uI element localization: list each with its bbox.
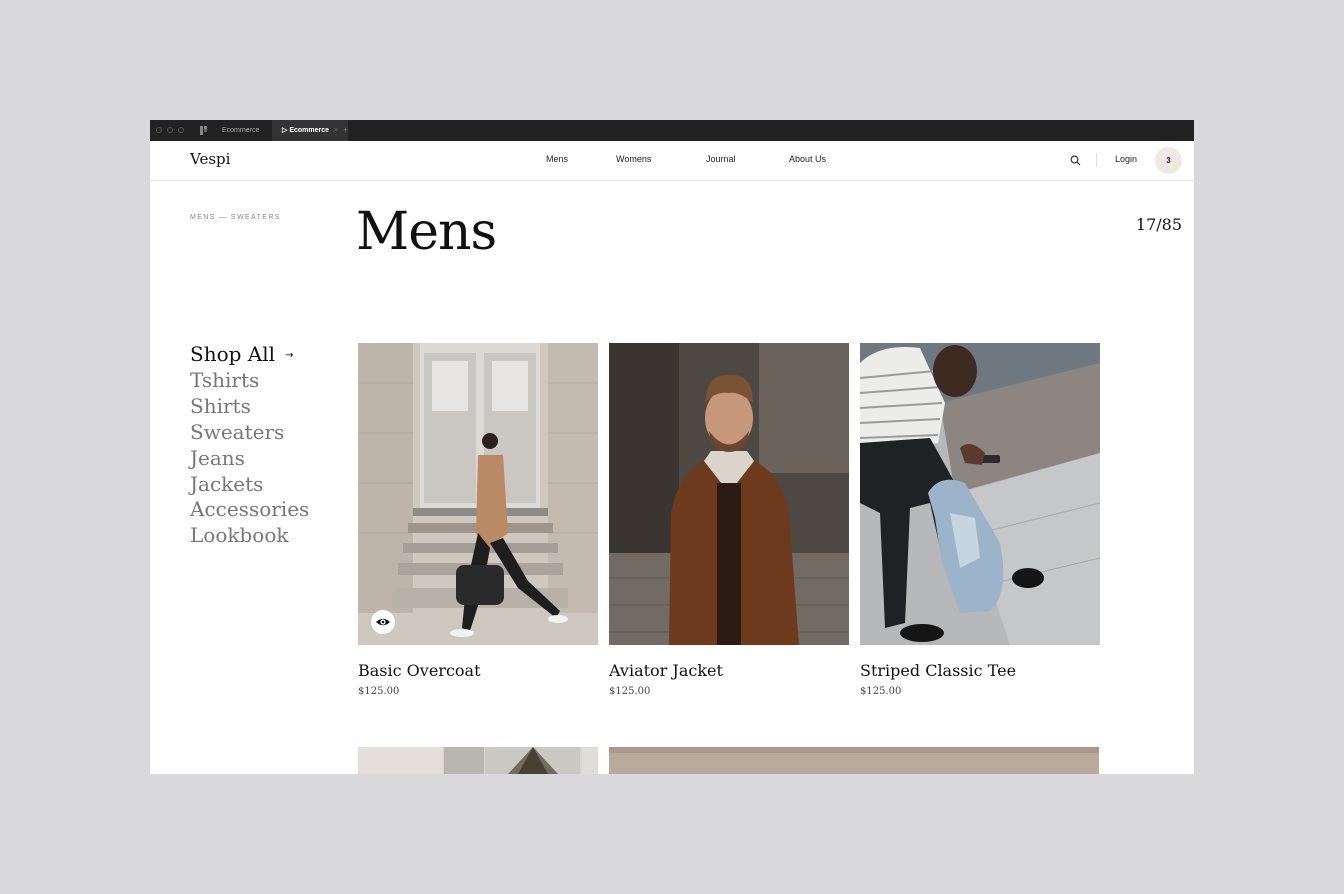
product-card[interactable]: Striped Classic Tee $125.00 — [860, 343, 1100, 697]
maximize-window-icon[interactable] — [178, 127, 184, 133]
quick-view-button[interactable] — [371, 610, 395, 634]
category-sweaters[interactable]: Sweaters — [190, 420, 309, 446]
category-lookbook[interactable]: Lookbook — [190, 523, 309, 549]
login-link[interactable]: Login — [1115, 154, 1137, 164]
new-tab-button[interactable]: + — [343, 120, 348, 141]
nav-link-womens[interactable]: Womens — [616, 154, 651, 164]
minimize-window-icon[interactable] — [167, 127, 173, 133]
page-title: Mens — [356, 202, 497, 262]
nav-link-about-us[interactable]: About Us — [789, 154, 826, 164]
tab-label: Ecommerce — [222, 127, 260, 134]
arrow-right-icon: → — [285, 349, 294, 361]
product-name[interactable]: Basic Overcoat — [358, 661, 598, 680]
browser-window: Ecommerce ▷ Ecommerce × + Vespi Mens Wome… — [150, 120, 1194, 774]
logo[interactable]: Vespi — [190, 150, 230, 168]
product-counter: 17/85 — [1135, 215, 1182, 234]
product-price: $125.00 — [358, 686, 400, 697]
product-name[interactable]: Striped Classic Tee — [860, 661, 1100, 680]
tab-ecommerce-prototype[interactable]: ▷ Ecommerce × — [272, 120, 349, 141]
title-bar: Ecommerce ▷ Ecommerce × + — [150, 120, 1194, 141]
category-jeans[interactable]: Jeans — [190, 446, 309, 472]
product-card[interactable]: Basic Overcoat $125.00 — [358, 343, 598, 697]
product-image-partial[interactable] — [358, 747, 598, 774]
cart-button[interactable]: 3 — [1155, 147, 1182, 174]
product-name[interactable]: Aviator Jacket — [609, 661, 849, 680]
close-window-icon[interactable] — [156, 127, 162, 133]
product-price: $125.00 — [609, 686, 651, 697]
figma-icon[interactable] — [200, 126, 207, 135]
category-label: Shop All — [190, 342, 276, 366]
nav-divider — [1096, 153, 1097, 167]
category-accessories[interactable]: Accessories — [190, 497, 309, 523]
top-nav: Vespi Mens Womens Journal About Us Login… — [150, 141, 1194, 181]
product-card[interactable]: Aviator Jacket $125.00 — [609, 343, 849, 697]
nav-link-mens[interactable]: Mens — [546, 154, 568, 164]
nav-link-journal[interactable]: Journal — [706, 154, 736, 164]
product-image[interactable] — [609, 343, 849, 645]
category-shop-all[interactable]: Shop All → — [190, 342, 309, 368]
category-jackets[interactable]: Jackets — [190, 472, 309, 498]
tab-label: Ecommerce — [289, 127, 330, 134]
eye-icon — [376, 618, 390, 626]
product-image[interactable] — [358, 343, 598, 645]
product-image-partial[interactable] — [609, 747, 1099, 774]
product-price: $125.00 — [860, 686, 902, 697]
category-shirts[interactable]: Shirts — [190, 394, 309, 420]
tab-ecommerce-file[interactable]: Ecommerce — [212, 120, 269, 141]
category-tshirts[interactable]: Tshirts — [190, 368, 309, 394]
product-image[interactable] — [860, 343, 1100, 645]
breadcrumb: MENS — SWEATERS — [190, 214, 281, 221]
close-tab-icon[interactable]: × — [334, 127, 338, 134]
category-list: Shop All → Tshirts Shirts Sweaters Jeans … — [190, 342, 309, 549]
search-icon[interactable] — [1070, 155, 1081, 166]
